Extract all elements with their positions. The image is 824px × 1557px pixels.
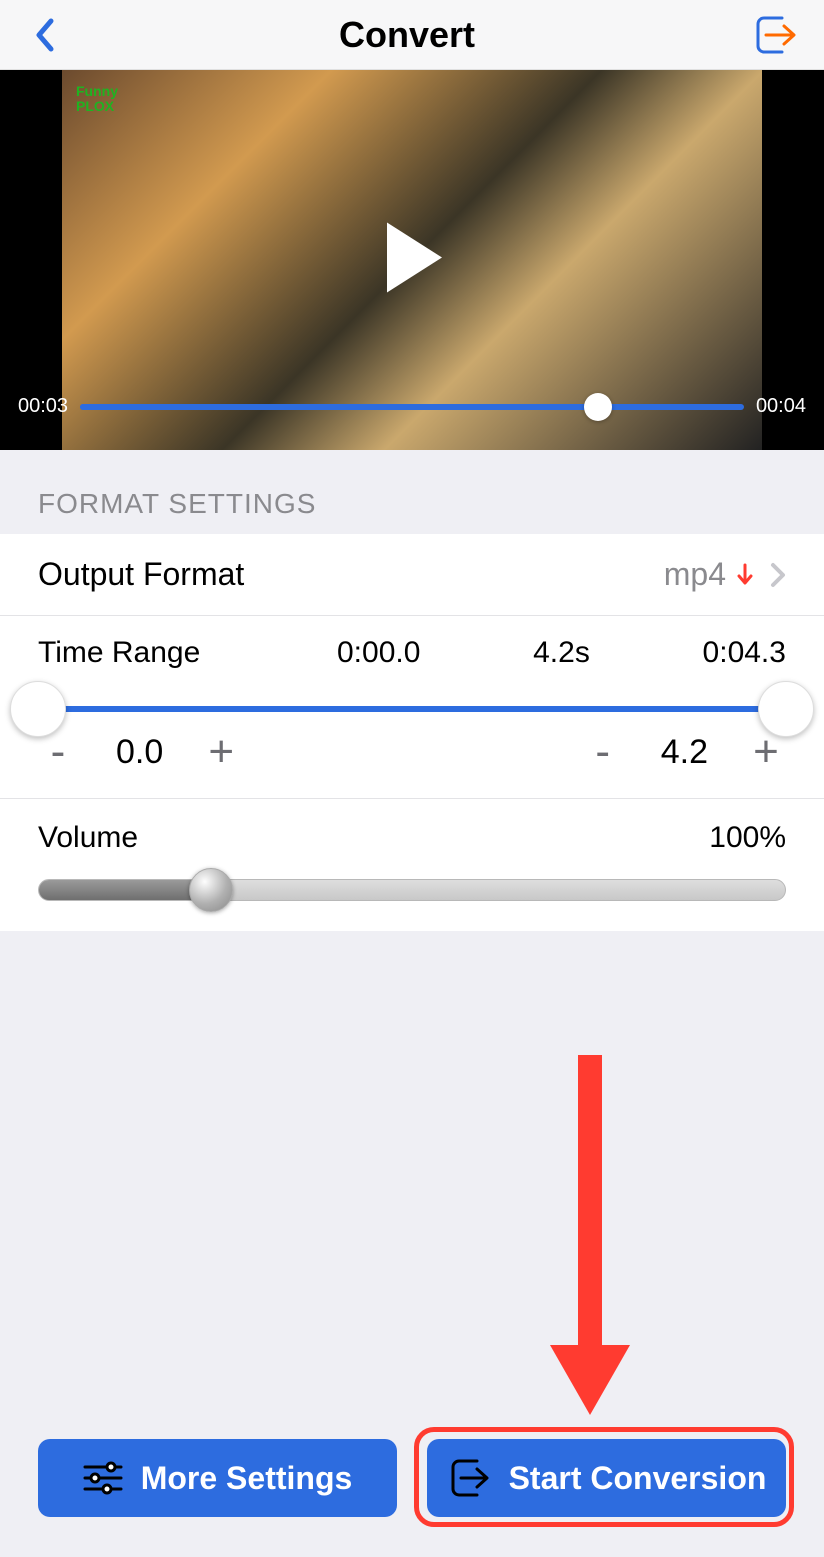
format-section-label: FORMAT SETTINGS [0,450,824,534]
time-range-end: 0:04.3 [703,636,786,670]
settings-panel: Output Format mp4 Time Range 0:00.0 4.2s… [0,534,824,931]
video-progress-row: 00:03 00:04 [0,395,824,418]
time-range-duration: 4.2s [533,636,590,670]
end-stepper: - 4.2 + [585,730,784,774]
range-handle-end[interactable] [758,681,814,737]
chevron-left-icon [33,17,55,53]
play-icon [382,223,442,293]
video-total-time: 00:04 [756,395,806,418]
start-minus-button[interactable]: - [40,730,76,774]
video-progress-bar[interactable] [80,404,744,410]
watermark-line1: Funny [76,83,118,99]
output-format-label: Output Format [38,556,244,593]
convert-icon [447,1457,491,1499]
play-button[interactable] [382,223,442,298]
output-format-value: mp4 [664,556,726,593]
volume-slider[interactable] [38,879,786,901]
video-progress-fill [80,404,598,410]
volume-row: Volume 100% [0,799,824,931]
time-range-row: Time Range 0:00.0 4.2s 0:04.3 - 0.0 + - … [0,616,824,799]
sliders-icon [83,1461,123,1495]
time-range-start: 0:00.0 [337,636,420,670]
video-playhead[interactable] [584,393,612,421]
back-button[interactable] [24,15,64,55]
export-icon [752,12,798,58]
end-plus-button[interactable]: + [748,730,784,774]
more-settings-label: More Settings [141,1460,353,1497]
volume-knob[interactable] [189,868,233,912]
watermark-line2: PLOX [76,98,114,114]
download-arrow-icon [736,563,754,587]
start-plus-button[interactable]: + [203,730,239,774]
start-conversion-button[interactable]: Start Conversion [427,1439,786,1517]
volume-fill [39,880,211,900]
start-stepper: - 0.0 + [40,730,239,774]
range-handle-start[interactable] [10,681,66,737]
output-format-row[interactable]: Output Format mp4 [0,534,824,616]
time-range-slider[interactable] [38,706,786,712]
annotation-arrow-icon [545,1055,635,1415]
video-watermark: Funny PLOX [76,84,118,113]
video-current-time: 00:03 [18,395,68,418]
end-minus-button[interactable]: - [585,730,621,774]
more-settings-button[interactable]: More Settings [38,1439,397,1517]
export-button[interactable] [750,10,800,60]
footer-bar: More Settings Start Conversion [0,1439,824,1517]
header-bar: Convert [0,0,824,70]
volume-value: 100% [709,821,786,855]
time-range-label: Time Range [38,636,224,670]
end-value: 4.2 [661,733,708,772]
start-conversion-label: Start Conversion [509,1460,767,1497]
video-preview: Funny PLOX 00:03 00:04 [0,70,824,450]
page-title: Convert [339,14,475,56]
chevron-right-icon [770,562,786,588]
start-value: 0.0 [116,733,163,772]
volume-label: Volume [38,821,138,855]
